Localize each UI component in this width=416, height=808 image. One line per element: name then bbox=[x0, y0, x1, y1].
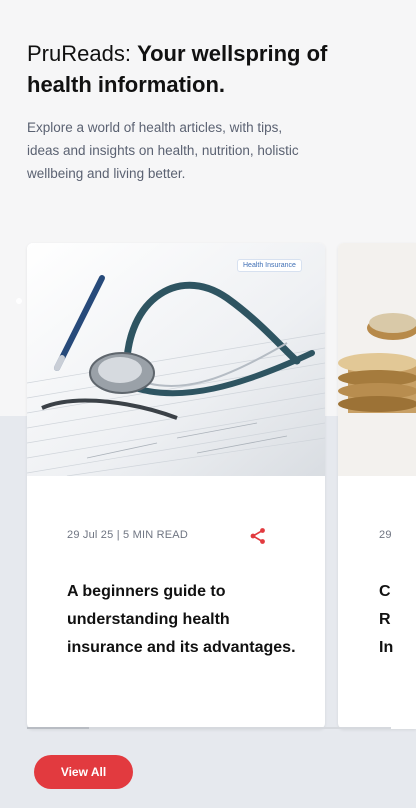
article-title[interactable]: A beginners guide to understanding healt… bbox=[67, 578, 297, 662]
share-icon[interactable] bbox=[249, 527, 267, 545]
carousel-scrollbar[interactable] bbox=[27, 727, 391, 729]
article-card[interactable]: Health Insurance 29 Jul 25 | 5 MIN READ … bbox=[27, 243, 325, 729]
carousel-edge-indicator bbox=[16, 298, 22, 304]
article-card[interactable]: 29 C R In bbox=[338, 243, 416, 729]
coins-image bbox=[338, 243, 416, 476]
page-title: PruReads: Your wellspring of health info… bbox=[27, 38, 387, 100]
article-meta: 29 Jul 25 | 5 MIN READ bbox=[67, 529, 188, 541]
category-tag[interactable]: Health Insurance bbox=[237, 259, 302, 272]
page-description: Explore a world of health articles, with… bbox=[27, 120, 299, 181]
article-title[interactable]: C R In bbox=[379, 578, 416, 662]
article-meta: 29 bbox=[379, 529, 392, 541]
page-title-brand: PruReads: bbox=[27, 41, 131, 66]
stethoscope-image bbox=[27, 243, 325, 476]
view-all-button[interactable]: View All bbox=[34, 755, 133, 789]
carousel-scrollbar-thumb[interactable] bbox=[27, 727, 89, 729]
